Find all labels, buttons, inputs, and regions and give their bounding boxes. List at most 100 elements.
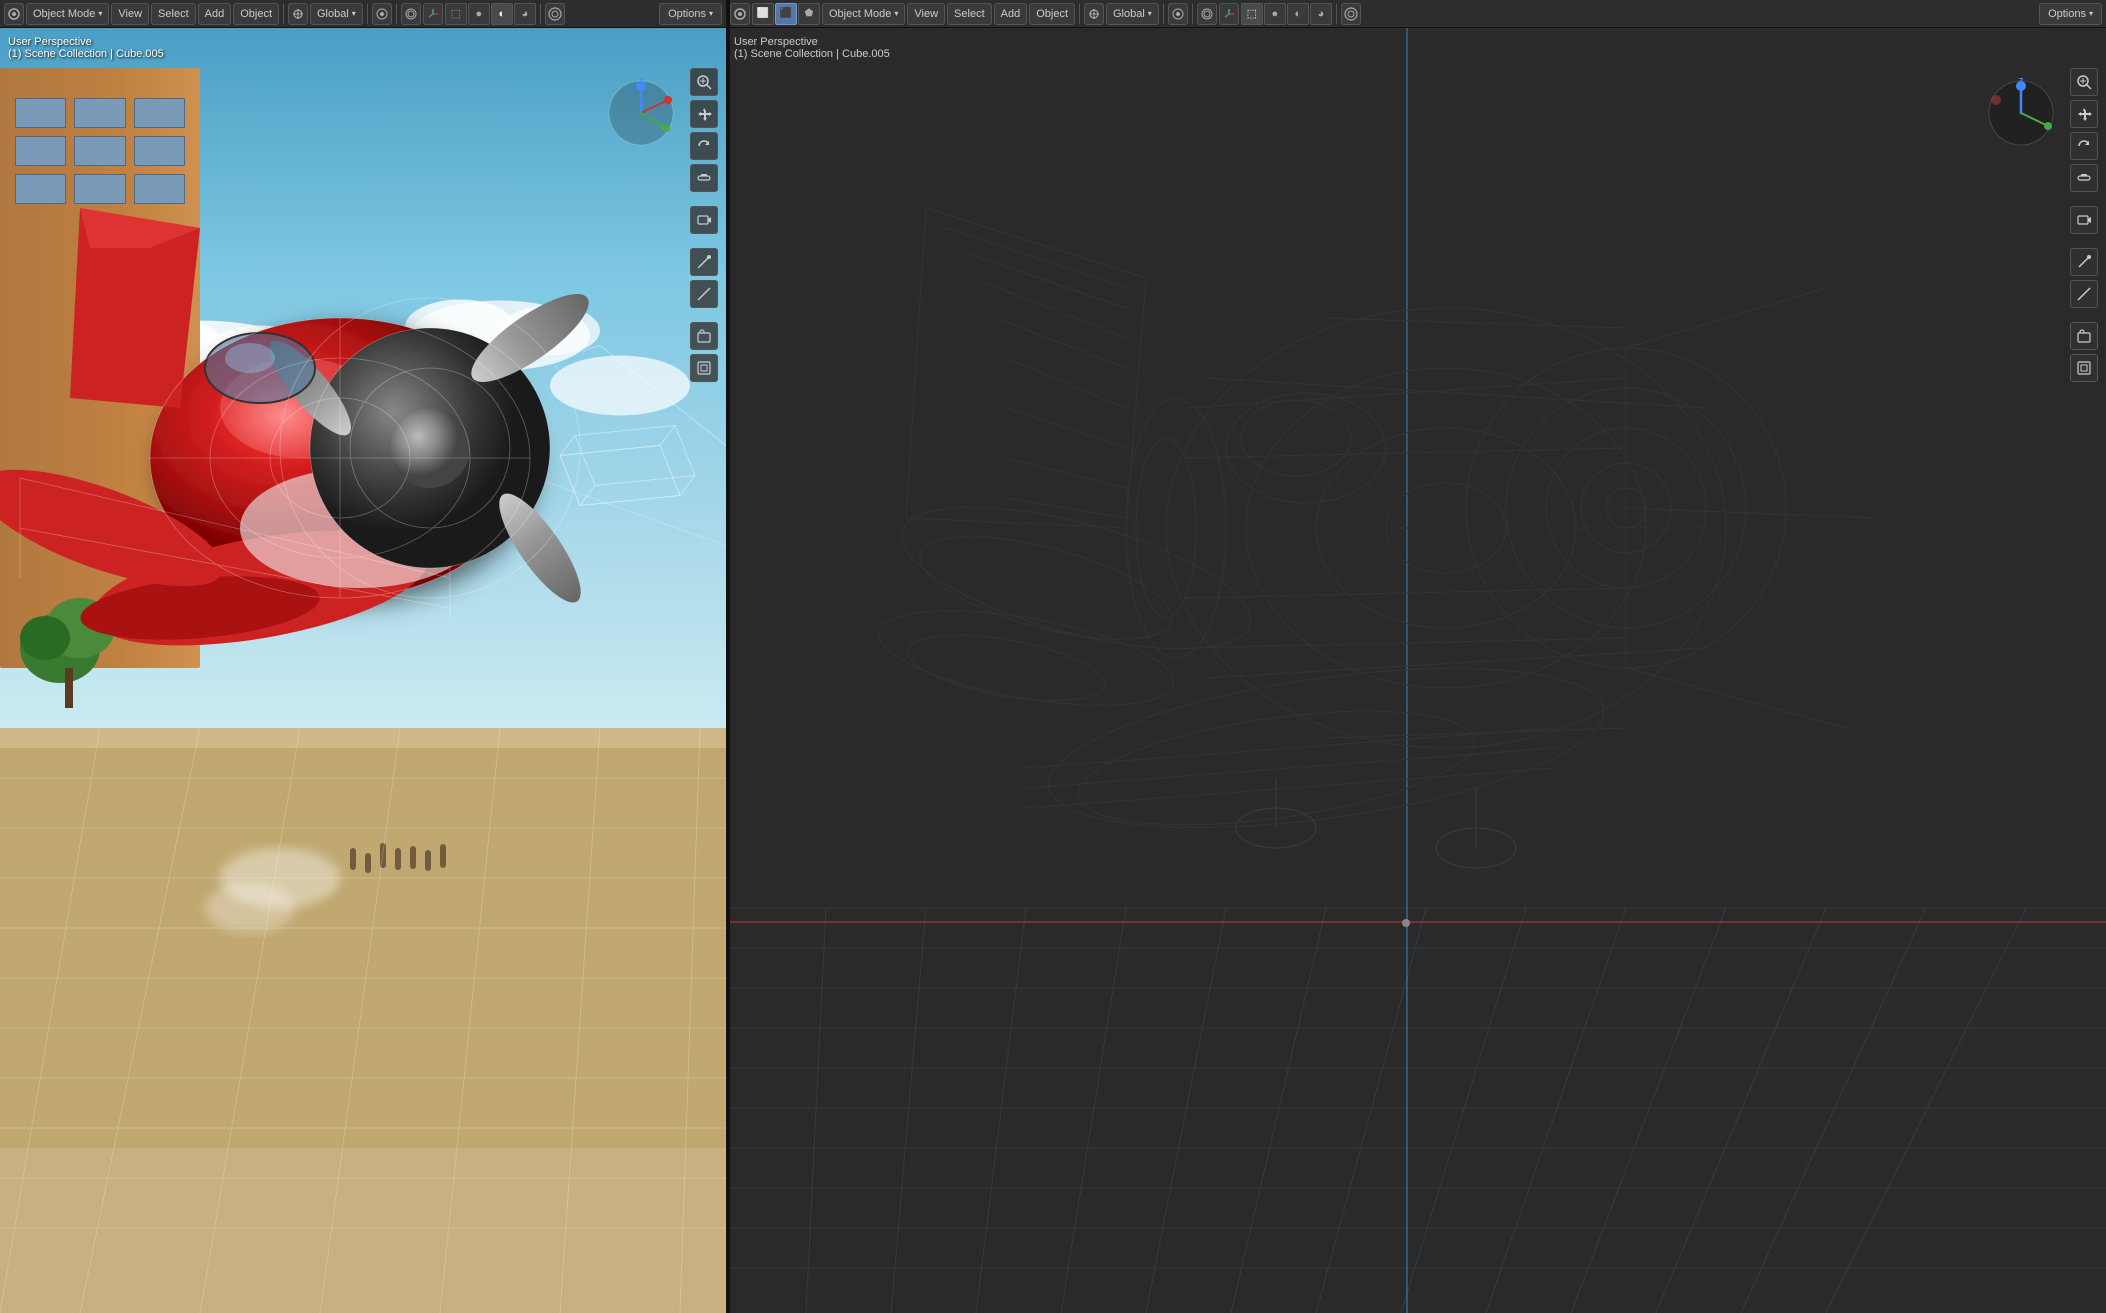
right-object-mode-dropdown[interactable]: Object Mode ▾ xyxy=(822,3,905,25)
select-label: Select xyxy=(158,8,189,20)
editor-type-icon[interactable] xyxy=(4,3,24,25)
right-transform-arrow: ▾ xyxy=(1148,9,1152,18)
separator-4 xyxy=(540,4,541,24)
options-arrow-left: ▾ xyxy=(709,9,713,18)
tab-icon-1[interactable]: ⬜ xyxy=(752,3,774,25)
move-view-btn[interactable] xyxy=(690,100,718,128)
object-menu-left[interactable]: Object xyxy=(233,3,279,25)
separator-3 xyxy=(396,4,397,24)
right-add-label: Add xyxy=(1001,8,1021,20)
left-collection-label: (1) Scene Collection | Cube.005 xyxy=(8,48,164,60)
right-proportional-icon[interactable] xyxy=(1168,3,1188,25)
right-snap-icon[interactable] xyxy=(1084,3,1104,25)
object-mode-label: Object Mode xyxy=(33,8,95,20)
rendered-mode-btn[interactable]: ◕ xyxy=(514,3,536,25)
right-move-view-btn[interactable] xyxy=(2070,100,2098,128)
right-zoom-btn[interactable] xyxy=(2070,68,2098,96)
right-rotate-view-btn[interactable] xyxy=(2070,132,2098,160)
right-camera-btn[interactable] xyxy=(2070,206,2098,234)
wireframe-mode-btn[interactable]: ⬚ xyxy=(445,3,467,25)
svg-text:Z: Z xyxy=(2019,78,2024,86)
right-editor-type-icon[interactable] xyxy=(730,3,750,25)
right-separator-3 xyxy=(1192,4,1193,24)
zoom-icon-btn[interactable] xyxy=(690,68,718,96)
left-viewport-gizmo[interactable]: Z xyxy=(606,78,676,151)
view-menu[interactable]: View xyxy=(111,3,149,25)
transform-dropdown-left[interactable]: Global ▾ xyxy=(310,3,363,25)
right-annotate-btn[interactable] xyxy=(2070,248,2098,276)
left-viewport[interactable]: User Perspective (1) Scene Collection | … xyxy=(0,28,726,1313)
right-mode-arrow: ▾ xyxy=(894,9,898,18)
right-overlay-icon[interactable] xyxy=(1197,3,1217,25)
right-measure-btn[interactable] xyxy=(2070,280,2098,308)
tab-icon-3[interactable]: ⬟ xyxy=(798,3,820,25)
right-xray-btn[interactable] xyxy=(1341,3,1361,25)
select-menu-right[interactable]: Select xyxy=(947,3,992,25)
gizmo-svg-right: Z xyxy=(1986,78,2056,148)
viewport-divider[interactable] xyxy=(726,0,730,1313)
right-shading-mode-group: ⬚ ● ◐ ◕ xyxy=(1241,3,1332,25)
right-viewport-header[interactable]: ⬜ ⬛ ⬟ Object Mode ▾ View Select Add Obje… xyxy=(726,0,2106,28)
object-mode-arrow: ▾ xyxy=(98,9,102,18)
right-transform-label: Global xyxy=(1113,8,1145,20)
gizmo-svg-left: Z xyxy=(606,78,676,148)
tab-icon-2[interactable]: ⬛ xyxy=(775,3,797,25)
viewport-btn[interactable] xyxy=(690,354,718,382)
right-viewport2-btn[interactable] xyxy=(2070,354,2098,382)
right-solid-mode-btn[interactable]: ● xyxy=(1264,3,1286,25)
separator-1 xyxy=(283,4,284,24)
options-arrow-right: ▾ xyxy=(2089,9,2093,18)
add-menu-left[interactable]: Add xyxy=(198,3,232,25)
options-label-right: Options xyxy=(2048,8,2086,20)
camera-view-btn[interactable] xyxy=(690,206,718,234)
view-label: View xyxy=(118,8,142,20)
right-fly-btn[interactable] xyxy=(2070,164,2098,192)
right-rendered-mode-btn[interactable]: ◕ xyxy=(1310,3,1332,25)
right-gizmo-icon[interactable] xyxy=(1219,3,1239,25)
annotate-btn[interactable] xyxy=(690,248,718,276)
show-overlay-icon[interactable] xyxy=(401,3,421,25)
options-button-left[interactable]: Options ▾ xyxy=(659,3,722,25)
right-viewport-right-toolbar xyxy=(2070,68,2098,382)
left-perspective-label: User Perspective xyxy=(8,36,164,48)
airplane-render-svg xyxy=(0,28,726,1313)
material-mode-btn[interactable]: ◐ xyxy=(491,3,513,25)
left-viewport-header[interactable]: Object Mode ▾ View Select Add Object Glo… xyxy=(0,0,726,28)
add-menu-right[interactable]: Add xyxy=(994,3,1028,25)
snap-icon[interactable] xyxy=(288,3,308,25)
measure-btn[interactable] xyxy=(690,280,718,308)
transform-arrow: ▾ xyxy=(352,9,356,18)
right-separator-1 xyxy=(1079,4,1080,24)
options-label-left: Options xyxy=(668,8,706,20)
right-collection-label: (1) Scene Collection | Cube.005 xyxy=(734,48,890,60)
gizmo-icon[interactable] xyxy=(423,3,443,25)
right-object-mode-label: Object Mode xyxy=(829,8,891,20)
right-separator-4 xyxy=(1336,4,1337,24)
right-object-label: Object xyxy=(1036,8,1068,20)
wireframe-airplane-svg xyxy=(726,28,2106,1313)
right-material-mode-btn[interactable]: ◐ xyxy=(1287,3,1309,25)
fly-nav-btn[interactable] xyxy=(690,164,718,192)
right-viewport[interactable]: User Perspective (1) Scene Collection | … xyxy=(726,28,2106,1313)
object-menu-right[interactable]: Object xyxy=(1029,3,1075,25)
proportional-edit-icon[interactable] xyxy=(372,3,392,25)
object-label: Object xyxy=(240,8,272,20)
right-view-menu[interactable]: View xyxy=(907,3,945,25)
xray-btn[interactable] xyxy=(545,3,565,25)
solid-mode-btn[interactable]: ● xyxy=(468,3,490,25)
options-button-right[interactable]: Options ▾ xyxy=(2039,3,2102,25)
right-transform-dropdown[interactable]: Global ▾ xyxy=(1106,3,1159,25)
select-menu-left[interactable]: Select xyxy=(151,3,196,25)
collection-btn[interactable] xyxy=(690,322,718,350)
right-perspective-label: User Perspective xyxy=(734,36,890,48)
right-viewport-gizmo[interactable]: Z xyxy=(1986,78,2056,151)
right-wireframe-mode-btn[interactable]: ⬚ xyxy=(1241,3,1263,25)
shading-mode-group: ⬚ ● ◐ ◕ xyxy=(445,3,536,25)
right-separator-2 xyxy=(1163,4,1164,24)
right-collection-btn[interactable] xyxy=(2070,322,2098,350)
right-select-label: Select xyxy=(954,8,985,20)
rotate-view-btn[interactable] xyxy=(690,132,718,160)
left-viewport-right-toolbar xyxy=(690,68,718,382)
object-mode-dropdown[interactable]: Object Mode ▾ xyxy=(26,3,109,25)
add-label: Add xyxy=(205,8,225,20)
